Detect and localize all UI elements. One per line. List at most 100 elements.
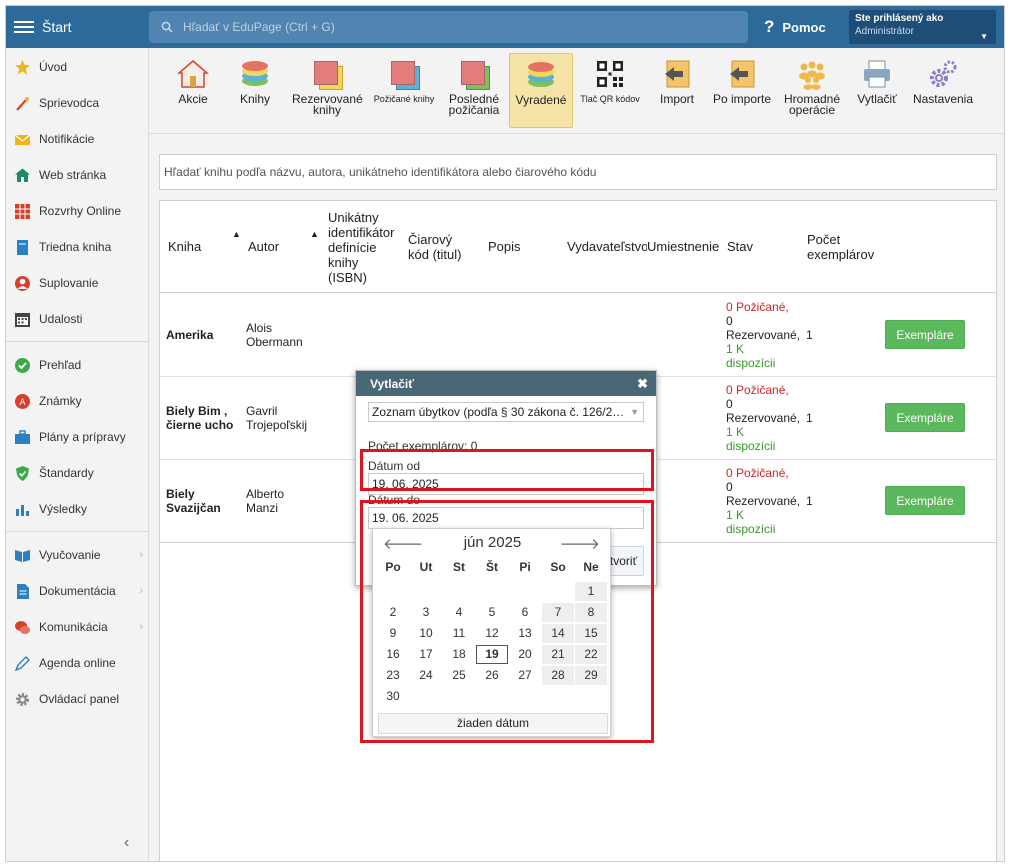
header-divider — [160, 292, 996, 293]
sidebar-item-uvod[interactable]: Úvod — [6, 49, 149, 85]
toolbar-knihy[interactable]: Knihy — [225, 53, 285, 128]
header-isbn-line: definície — [328, 240, 377, 255]
sidebar-item-komunikacia[interactable]: Komunikácia › — [6, 609, 149, 645]
check-circle-icon — [14, 357, 31, 374]
toolbar-label: Tlač QR kódov — [580, 94, 640, 104]
help-label: Pomoc — [782, 19, 826, 35]
toolbar-nastavenia[interactable]: Nastavenia — [907, 53, 979, 128]
status-available: 1 K — [726, 425, 745, 439]
row-book-title[interactable]: Biely Svazijčan — [166, 487, 221, 515]
start-menu-button[interactable]: Štart — [6, 6, 149, 48]
sort-asc-icon[interactable]: ▲ — [310, 229, 319, 239]
sidebar-item-dokumentacia[interactable]: Dokumentácia › — [6, 573, 149, 609]
exemplare-button[interactable]: Exempláre — [885, 403, 965, 432]
user-title: Ste prihlásený ako — [855, 13, 944, 24]
row-author-line: Gavril — [246, 404, 278, 418]
sidebar-item-label: Triedna kniha — [39, 240, 112, 254]
book-search-input[interactable]: Hľadať knihu podľa názvu, autora, unikát… — [159, 154, 997, 190]
toolbar-vyradene[interactable]: Vyradené — [509, 53, 573, 128]
toolbar-posledne-pozicania[interactable]: Posledné požičania — [441, 53, 507, 128]
header-barcode-line: kód (titul) — [408, 247, 462, 262]
sidebar-item-label: Štandardy — [39, 466, 94, 480]
row-author: Alberto Manzi — [246, 487, 284, 515]
header-barcode-line: Čiarový — [408, 232, 453, 247]
toolbar-po-importe[interactable]: Po importe — [707, 53, 777, 128]
report-type-select[interactable]: Zoznam úbytkov (podľa § 30 zákona č. 126… — [368, 402, 644, 422]
people-group-icon — [796, 58, 828, 90]
sidebar-item-triedna-kniha[interactable]: Triedna kniha — [6, 229, 149, 265]
sidebar-item-label: Web stránka — [39, 168, 107, 182]
row-book-title-line: čierne ucho — [166, 418, 234, 432]
open-book-icon — [14, 547, 31, 564]
toolbar-tlac-qr-kodov[interactable]: Tlač QR kódov — [575, 53, 645, 128]
row-count: 1 — [806, 494, 813, 508]
close-icon[interactable]: ✖ — [637, 376, 648, 392]
help-button[interactable]: ? Pomoc — [764, 6, 826, 48]
toolbar-akcie[interactable]: Akcie — [163, 53, 223, 128]
chevron-right-icon: › — [139, 621, 143, 633]
toolbar-import[interactable]: Import — [647, 53, 707, 128]
library-toolbar: Akcie Knihy Rezervované knihy Požičané k… — [149, 48, 1004, 134]
status-reserved: Rezervované, — [726, 328, 801, 342]
sidebar-item-rozvrhy-online[interactable]: Rozvrhy Online — [6, 193, 149, 229]
sidebar-item-standardy[interactable]: Štandardy — [6, 455, 149, 491]
toolbar-label: Posledné požičania — [448, 92, 500, 117]
status-zero: 0 — [726, 397, 733, 411]
exemplare-button[interactable]: Exempláre — [885, 486, 965, 515]
qr-code-icon — [594, 58, 626, 90]
row-author-line: Obermann — [246, 335, 303, 349]
exemplare-button[interactable]: Exempláre — [885, 320, 965, 349]
header-kniha[interactable]: Kniha — [168, 239, 201, 254]
reserved-books-icon — [311, 58, 343, 90]
row-book-title-line: Biely Bim , — [166, 404, 228, 418]
header-isbn[interactable]: Unikátny identifikátor definície knihy (… — [328, 210, 394, 285]
toolbar-rezervovane-knihy[interactable]: Rezervované knihy — [287, 53, 367, 128]
shield-check-icon — [14, 465, 31, 482]
status-available: 1 K — [726, 342, 745, 356]
user-menu[interactable]: Ste prihlásený ako Administrátor ▼ — [849, 10, 996, 44]
start-label: Štart — [42, 19, 72, 35]
sidebar-item-sprievodca[interactable]: Sprievodca — [6, 85, 149, 121]
row-book-title-line: Svazijčan — [166, 501, 221, 515]
status-zero: 0 — [726, 480, 733, 494]
chat-icon — [14, 619, 31, 636]
header-barcode[interactable]: Čiarový kód (titul) — [408, 232, 461, 262]
row-book-title[interactable]: Amerika — [166, 328, 213, 342]
toolbar-label: Knihy — [239, 92, 271, 106]
header-umiestnenie[interactable]: Umiestnenie — [647, 239, 723, 254]
sidebar-item-label: Úvod — [39, 60, 68, 74]
toolbar-vytlacit[interactable]: Vytlačiť — [847, 53, 907, 128]
header-autor[interactable]: Autor — [248, 239, 279, 254]
sidebar-item-web-stranka[interactable]: Web stránka — [6, 157, 149, 193]
sidebar-item-znamky[interactable]: A Známky — [6, 383, 149, 419]
envelope-icon — [14, 131, 31, 148]
header-stav[interactable]: Stav — [727, 239, 753, 254]
toolbar-hromadne-operacie[interactable]: Hromadné operácie — [779, 53, 845, 128]
row-book-title[interactable]: Biely Bim , čierne ucho — [166, 404, 233, 432]
header-pocet-exemplarov[interactable]: Počet exemplárov — [807, 232, 874, 262]
status-available: dispozícii — [726, 439, 776, 453]
sidebar-item-agenda-online[interactable]: Agenda online — [6, 645, 149, 681]
status-available: dispozícii — [726, 356, 776, 370]
toolbar-pozicane-knihy[interactable]: Požičané knihy — [370, 53, 438, 128]
sidebar-item-suplovanie[interactable]: Suplovanie — [6, 265, 149, 301]
search-icon — [161, 21, 173, 33]
lent-books-icon — [388, 58, 420, 90]
status-lent: 0 Požičané, — [726, 300, 789, 314]
row-author: Gavril Trojepoľskij — [246, 404, 307, 432]
sidebar-item-plany-a-pripravy[interactable]: Plány a prípravy — [6, 419, 149, 455]
global-search-input[interactable]: Hľadať v EduPage (Ctrl + G) — [149, 11, 748, 43]
sidebar-item-ovladaci-panel[interactable]: Ovládací panel — [6, 681, 149, 717]
row-book-title-line: Biely — [166, 487, 195, 501]
collapse-sidebar-button[interactable]: ‹ — [124, 834, 129, 852]
sidebar-item-vysledky[interactable]: Výsledky — [6, 491, 149, 527]
row-book-title-line: Amerika — [166, 328, 214, 342]
sort-asc-icon[interactable]: ▲ — [232, 229, 241, 239]
header-vydavatelstvo[interactable]: Vydavateľstvo — [567, 239, 647, 254]
magic-wand-icon — [14, 95, 31, 112]
header-popis[interactable]: Popis — [488, 239, 521, 254]
sidebar-item-udalosti[interactable]: Udalosti — [6, 301, 149, 337]
sidebar-item-notifikacie[interactable]: Notifikácie — [6, 121, 149, 157]
sidebar-item-vyucovanie[interactable]: Vyučovanie › — [6, 537, 149, 573]
sidebar-item-prehlad[interactable]: Prehľad — [6, 347, 149, 383]
